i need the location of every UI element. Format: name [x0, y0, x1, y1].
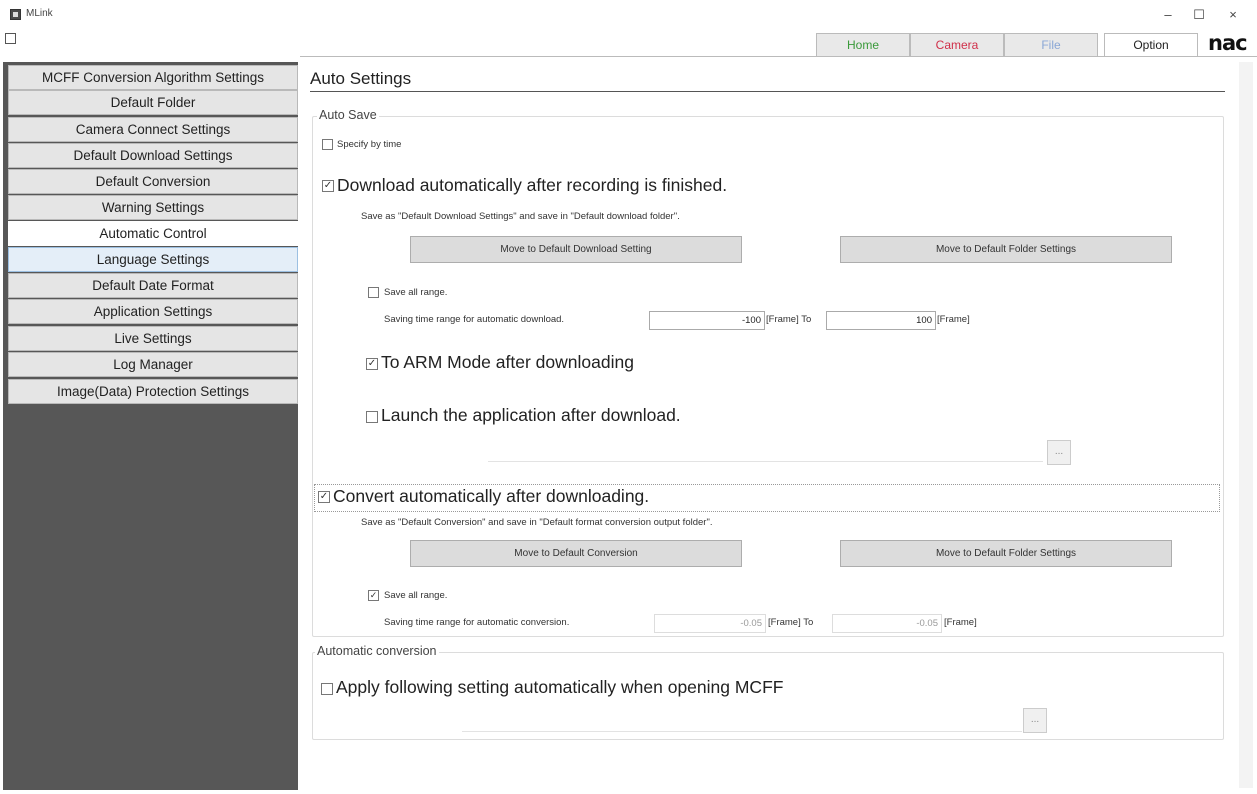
range-download-label: Saving time range for automatic download… — [384, 314, 565, 325]
launch-app-label: Launch the application after download. — [381, 405, 681, 425]
sidebar-item-live[interactable]: Live Settings — [8, 326, 298, 351]
tab-home[interactable]: Home — [816, 33, 910, 56]
save-all-range-conversion-checkbox[interactable]: ✓ — [368, 590, 379, 601]
specify-by-time-label: Specify by time — [337, 139, 402, 150]
sidebar-item-default-download[interactable]: Default Download Settings — [8, 143, 298, 168]
check-icon: ✓ — [367, 358, 377, 369]
title-underline — [310, 91, 1225, 92]
convert-note: Save as "Default Conversion" and save in… — [361, 517, 713, 528]
download-auto-label: Download automatically after recording i… — [337, 175, 728, 195]
range-download-to-input[interactable]: 100 — [826, 311, 936, 330]
range-download-from-input[interactable]: -100 — [649, 311, 765, 330]
browse-app-button[interactable]: ... — [1047, 440, 1071, 465]
window-title: MLink — [26, 8, 53, 19]
automatic-conversion-legend: Automatic conversion — [315, 644, 439, 658]
sidebar-item-camera-connect[interactable]: Camera Connect Settings — [8, 117, 298, 142]
tab-option[interactable]: Option — [1104, 33, 1198, 56]
tab-file[interactable]: File — [1004, 33, 1098, 56]
close-button[interactable]: × — [1218, 4, 1248, 26]
sidebar: MCFF Conversion Algorithm Settings Defau… — [3, 62, 298, 790]
download-auto-checkbox[interactable]: ✓ — [322, 180, 334, 192]
sidebar-item-automatic-control[interactable]: Automatic Control — [8, 221, 298, 246]
title-bar — [0, 0, 1257, 30]
range-conversion-to-input[interactable]: -0.05 — [832, 614, 942, 633]
app-path-field[interactable] — [488, 461, 1043, 462]
maximize-button[interactable]: ☐ — [1184, 4, 1214, 26]
auto-save-legend: Auto Save — [317, 108, 379, 122]
save-all-range-conversion-label: Save all range. — [384, 590, 448, 601]
minimize-button[interactable]: – — [1153, 4, 1183, 26]
tab-camera[interactable]: Camera — [910, 33, 1004, 56]
save-all-range-download-label: Save all range. — [384, 287, 448, 298]
launch-app-checkbox[interactable] — [366, 411, 378, 423]
move-to-default-folder-button[interactable]: Move to Default Folder Settings — [840, 236, 1172, 263]
convert-auto-checkbox[interactable]: ✓ — [318, 491, 330, 503]
vertical-scrollbar[interactable] — [1239, 62, 1253, 788]
apply-mcff-checkbox[interactable] — [321, 683, 333, 695]
move-to-default-conversion-button[interactable]: Move to Default Conversion — [410, 540, 742, 567]
arm-mode-label: To ARM Mode after downloading — [381, 352, 634, 372]
range-conversion-from-unit: [Frame] To — [768, 617, 814, 628]
check-icon: ✓ — [319, 491, 329, 502]
range-conversion-label: Saving time range for automatic conversi… — [384, 617, 570, 628]
sidebar-item-mcff-conversion-algorithm[interactable]: MCFF Conversion Algorithm Settings — [8, 65, 298, 90]
sidebar-item-image-protection[interactable]: Image(Data) Protection Settings — [8, 379, 298, 404]
range-download-from-unit: [Frame] To — [766, 314, 812, 325]
mcff-setting-path-field[interactable] — [462, 731, 1022, 732]
move-to-default-download-button[interactable]: Move to Default Download Setting — [410, 236, 742, 263]
app-icon — [10, 9, 21, 20]
sidebar-item-default-folder[interactable]: Default Folder — [8, 90, 298, 115]
tab-divider — [300, 56, 1257, 57]
range-conversion-to-unit: [Frame] — [944, 617, 977, 628]
page-title: Auto Settings — [310, 69, 412, 88]
save-all-range-download-checkbox[interactable] — [368, 287, 379, 298]
sidebar-item-application[interactable]: Application Settings — [8, 299, 298, 324]
sidebar-item-date-format[interactable]: Default Date Format — [8, 273, 298, 298]
browse-mcff-button[interactable]: ... — [1023, 708, 1047, 733]
sidebar-item-language[interactable]: Language Settings — [8, 247, 298, 272]
check-icon: ✓ — [323, 180, 333, 191]
range-conversion-from-input[interactable]: -0.05 — [654, 614, 766, 633]
download-note: Save as "Default Download Settings" and … — [361, 211, 680, 222]
specify-by-time-checkbox[interactable] — [322, 139, 333, 150]
quick-access-checkbox[interactable] — [5, 33, 16, 44]
move-to-default-folder-button-2[interactable]: Move to Default Folder Settings — [840, 540, 1172, 567]
arm-mode-checkbox[interactable]: ✓ — [366, 358, 378, 370]
range-download-to-unit: [Frame] — [937, 314, 970, 325]
sidebar-item-default-conversion[interactable]: Default Conversion — [8, 169, 298, 194]
sidebar-item-warning[interactable]: Warning Settings — [8, 195, 298, 220]
apply-mcff-label: Apply following setting automatically wh… — [336, 677, 784, 697]
brand-logo: nac — [1208, 31, 1248, 55]
check-icon: ✓ — [369, 590, 378, 600]
sidebar-item-log-manager[interactable]: Log Manager — [8, 352, 298, 377]
convert-auto-label: Convert automatically after downloading. — [333, 486, 650, 506]
